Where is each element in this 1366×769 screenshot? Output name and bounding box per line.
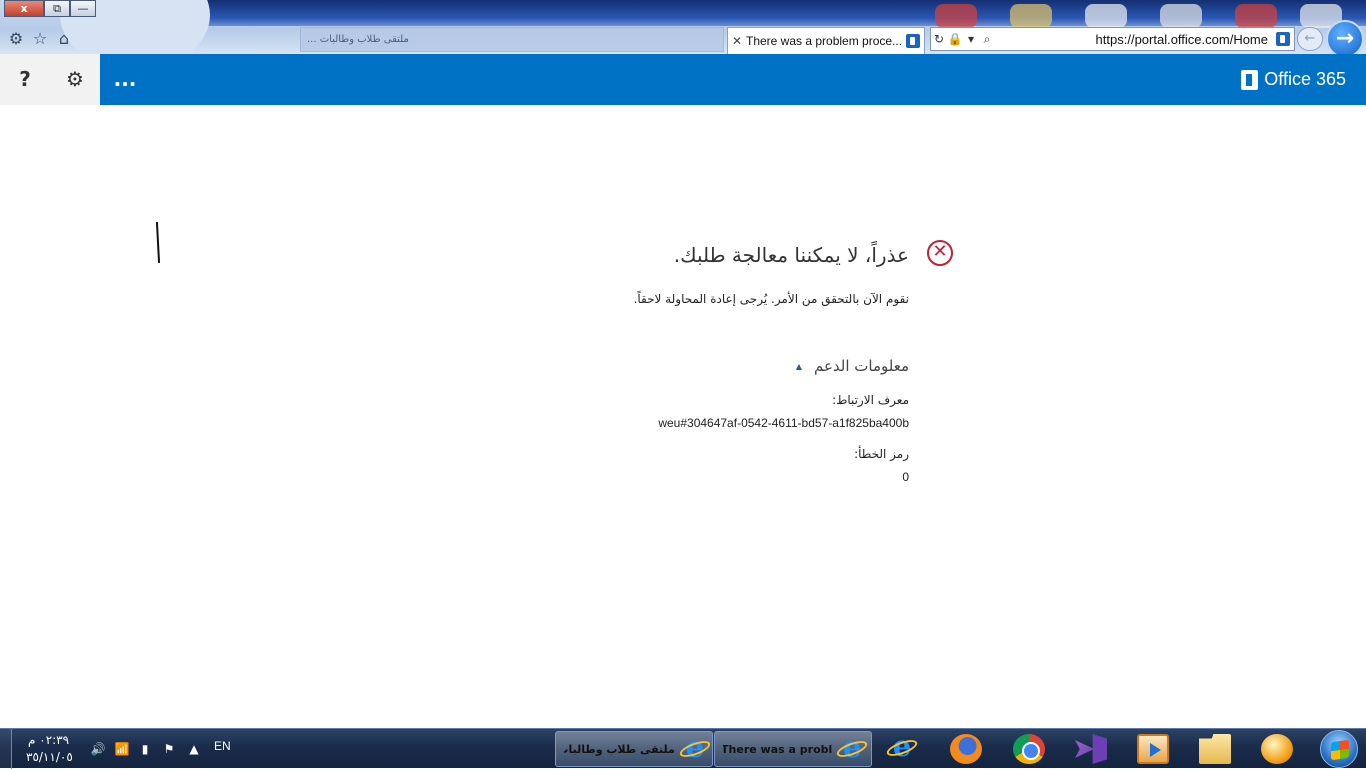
blurred-icon: [1010, 4, 1052, 28]
star-icon[interactable]: ☆: [30, 29, 50, 49]
support-info-toggle[interactable]: معلومات الدعم ▲: [796, 357, 909, 375]
tab-title: There was a problem proce...: [746, 34, 902, 48]
office-favicon-icon: [906, 34, 920, 48]
caret-up-icon: ▲: [795, 361, 802, 371]
more-button[interactable]: ...: [110, 54, 140, 105]
blurred-icon: [1235, 4, 1277, 28]
media-player-icon[interactable]: [1137, 734, 1169, 764]
browser-chrome: x ⧉ — ⚙ ☆ ⌂ ملتقى طلاب وطالبات ... ✕ The…: [0, 0, 1366, 54]
window-restore-button[interactable]: ⧉: [44, 0, 70, 17]
firefox-icon[interactable]: [950, 734, 982, 764]
clock-date[interactable]: ٣٥/١١/٠٥: [26, 750, 73, 764]
taskbar-window-title: There was a probl...: [723, 742, 833, 756]
visual-studio-icon[interactable]: [1075, 734, 1107, 764]
window-controls: x ⧉ —: [4, 0, 96, 17]
office-logo-icon: [1241, 69, 1259, 90]
network-signal-icon[interactable]: 📶: [114, 741, 130, 757]
refresh-icon[interactable]: ↻: [931, 32, 947, 46]
taskbar-window-title: ملتقى طلاب وطالبات ...: [564, 742, 675, 756]
language-indicator[interactable]: EN: [214, 739, 231, 753]
forward-arrow-icon[interactable]: →: [1326, 20, 1364, 54]
tab-title: ملتقى طلاب وطالبات ...: [307, 34, 409, 45]
support-heading: معلومات الدعم: [813, 357, 909, 375]
internet-explorer-icon: e: [677, 733, 712, 763]
clock-time[interactable]: ٠٢:٣٩ م: [28, 733, 69, 747]
blurred-icon: [1085, 4, 1127, 28]
office-brand[interactable]: Office 365: [1241, 54, 1346, 105]
chrome-icon[interactable]: [1013, 734, 1045, 764]
tab-active[interactable]: ✕ There was a problem proce...: [727, 27, 925, 54]
dropdown-arrow-icon[interactable]: ▾: [963, 32, 979, 46]
error-code-value: 0: [902, 470, 909, 484]
device-icon[interactable]: ▮: [138, 741, 152, 757]
taskbar-window-button[interactable]: e ملتقى طلاب وطالبات ...: [555, 731, 713, 767]
windows-taskbar: ٠٢:٣٩ م ٣٥/١١/٠٥ 🔊 📶 ▮ ⚑ ▲ EN e ملتقى طل…: [0, 728, 1366, 769]
brand-name: Office 365: [1264, 69, 1346, 89]
address-bar[interactable]: ↻ 🔒 ▾ ⌕ https://portal.office.com/Home: [930, 27, 1295, 51]
system-tray: ٠٢:٣٩ م ٣٥/١١/٠٥ 🔊 📶 ▮ ⚑ ▲ EN: [0, 729, 240, 769]
tab-inactive[interactable]: ملتقى طلاب وطالبات ...: [300, 27, 724, 52]
help-button[interactable]: ?: [0, 54, 50, 105]
blurred-icon: [1160, 4, 1202, 28]
start-button[interactable]: [1320, 730, 1358, 768]
error-title: عذراً، لا يمكننا معالجة طلبك.: [673, 243, 909, 267]
error-circle-x-icon: ✕: [927, 240, 953, 266]
settings-gear-icon[interactable]: ⚙: [50, 54, 100, 105]
office-header: ? ⚙ ... Office 365: [0, 54, 1366, 105]
gear-icon[interactable]: ⚙: [6, 29, 26, 49]
taskbar-window-button[interactable]: e There was a probl...: [714, 731, 872, 767]
correlation-id-label: معرف الارتباط:: [832, 393, 909, 407]
tab-close-icon[interactable]: ✕: [728, 34, 746, 48]
home-icon[interactable]: ⌂: [54, 29, 74, 49]
windows-logo-icon: [1331, 739, 1349, 761]
window-close-button[interactable]: x: [4, 0, 44, 17]
search-icon[interactable]: ⌕: [979, 32, 995, 47]
window-minimize-button[interactable]: —: [70, 0, 96, 17]
correlation-id-value: weu#304647af-0542-4611-bd57-a1f825ba400b: [658, 416, 909, 430]
error-description: نقوم الآن بالتحقق من الأمر. يُرجى إعادة …: [633, 292, 909, 306]
address-url[interactable]: https://portal.office.com/Home: [995, 32, 1272, 47]
lock-icon[interactable]: 🔒: [947, 32, 963, 46]
show-desktop-button[interactable]: [0, 729, 12, 769]
file-explorer-icon[interactable]: [1199, 734, 1231, 764]
text-cursor: [155, 221, 161, 264]
blurred-icon: [935, 4, 977, 28]
volume-icon[interactable]: 🔊: [90, 741, 106, 757]
error-code-label: رمز الخطأ:: [854, 447, 909, 461]
action-center-flag-icon[interactable]: ⚑: [162, 741, 176, 757]
office-favicon-icon: [1276, 32, 1290, 46]
orb-app-icon[interactable]: [1261, 734, 1293, 764]
internet-explorer-icon: e: [835, 733, 870, 763]
back-arrow-icon[interactable]: ←: [1297, 27, 1323, 51]
tray-expand-icon[interactable]: ▲: [188, 741, 200, 757]
header-utility-area: ? ⚙: [0, 54, 100, 105]
internet-explorer-icon[interactable]: e: [884, 732, 920, 764]
